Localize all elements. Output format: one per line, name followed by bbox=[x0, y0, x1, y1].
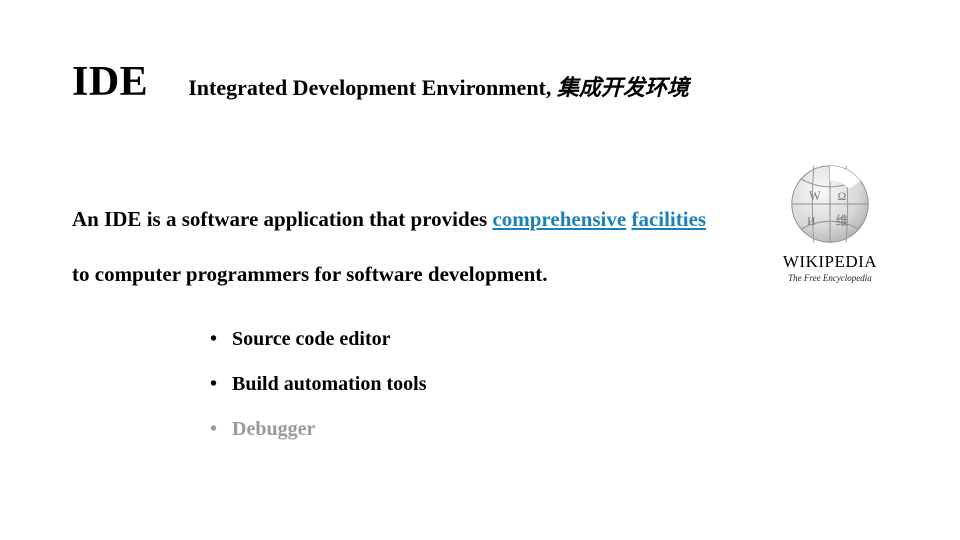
svg-text:W: W bbox=[809, 189, 821, 203]
wikipedia-logo: W Ω И 维 WIKIPEDIA The Free Encyclopedia bbox=[770, 162, 890, 283]
bullet-item: Debugger bbox=[210, 418, 426, 441]
desc-facilities: facilities bbox=[631, 207, 706, 231]
desc-post: to computer programmers for software dev… bbox=[72, 262, 548, 286]
slide-title: IDE bbox=[72, 58, 148, 106]
slide: IDE Integrated Development Environment, … bbox=[0, 0, 960, 540]
wikipedia-tagline: The Free Encyclopedia bbox=[770, 273, 890, 283]
desc-pre: An IDE is a software application that pr… bbox=[72, 207, 492, 231]
header: IDE Integrated Development Environment, … bbox=[72, 58, 689, 106]
svg-text:维: 维 bbox=[836, 214, 848, 228]
description: An IDE is a software application that pr… bbox=[72, 192, 712, 301]
desc-comprehensive: comprehensive bbox=[492, 207, 626, 231]
globe-icon: W Ω И 维 bbox=[782, 162, 878, 248]
body: An IDE is a software application that pr… bbox=[72, 192, 888, 301]
bullet-list: Source code editor Build automation tool… bbox=[210, 328, 426, 463]
subtitle-cn: 集成开发环境 bbox=[557, 75, 689, 100]
slide-subtitle: Integrated Development Environment, 集成开发… bbox=[188, 70, 689, 102]
bullet-item: Source code editor bbox=[210, 328, 426, 351]
bullet-item: Build automation tools bbox=[210, 373, 426, 396]
svg-text:Ω: Ω bbox=[838, 191, 847, 203]
subtitle-en: Integrated Development Environment, bbox=[188, 75, 557, 100]
wikipedia-wordmark: WIKIPEDIA bbox=[770, 252, 890, 272]
svg-text:И: И bbox=[807, 216, 815, 228]
